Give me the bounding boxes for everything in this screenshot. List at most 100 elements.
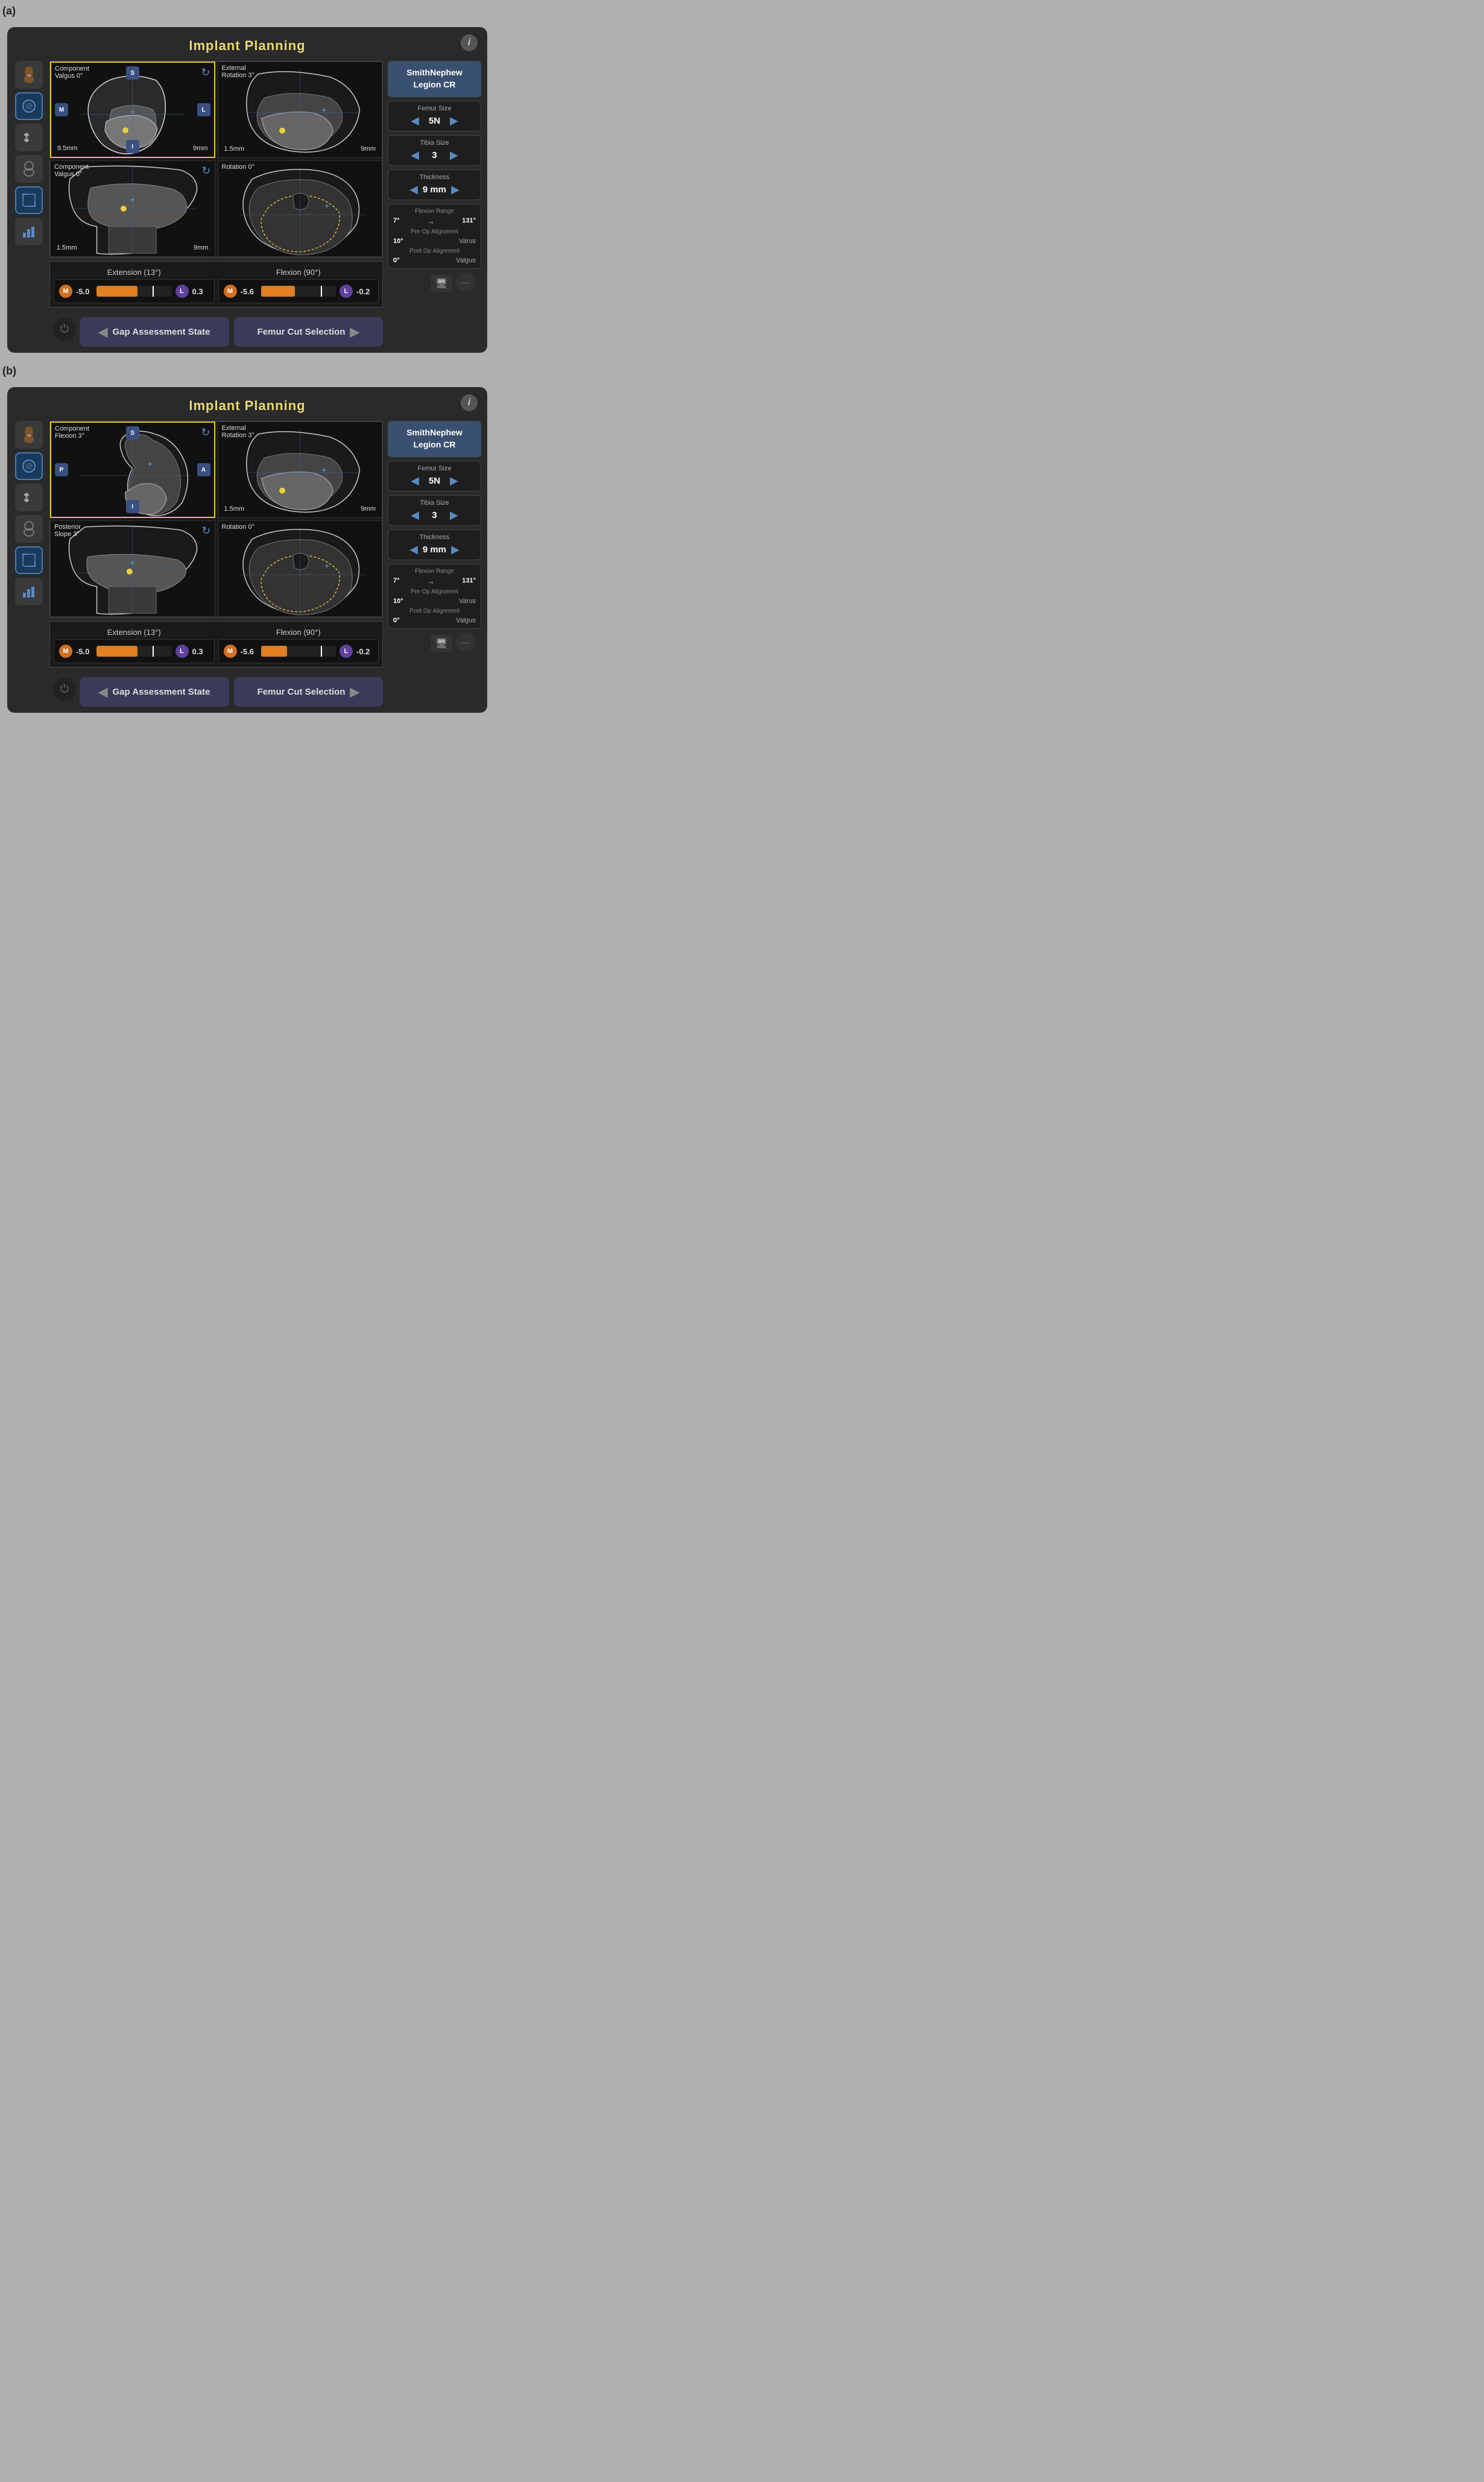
side-controls-a: ··· 🖥 bbox=[388, 273, 481, 297]
nav-btn-s[interactable]: S bbox=[126, 66, 139, 80]
expand-icon-b[interactable] bbox=[15, 546, 43, 574]
rotate-icon-bl[interactable]: ↻ bbox=[201, 165, 210, 177]
nav-btn-p-b[interactable]: P bbox=[55, 463, 68, 476]
nav-btn-m[interactable]: M bbox=[55, 103, 68, 116]
extension-bar-a: M -5.0 L 0.3 bbox=[54, 279, 215, 303]
power-button-a[interactable]: ⏻ bbox=[53, 318, 76, 341]
thickness-value-a: 9 mm bbox=[423, 185, 446, 195]
pre-op-value-a: 10° bbox=[393, 238, 403, 245]
view-bottom-left-b: PosteriorSlope 3° ↻ + bbox=[50, 520, 215, 617]
rotation-icon-b[interactable] bbox=[15, 452, 43, 480]
view-bottom-left-a: ComponentValgus 0° ↻ + 1.5mm 9mm bbox=[50, 160, 215, 257]
chart-icon-b[interactable] bbox=[15, 578, 43, 605]
thickness-left-a[interactable]: ◀ bbox=[409, 183, 418, 196]
post-op-label-b: Post Op Alignment bbox=[393, 608, 476, 614]
flexion-m-value-b: -5.6 bbox=[241, 647, 257, 656]
right-panel-a: SmithNephewLegion CR Femur Size ◀ 5N ▶ T… bbox=[388, 61, 481, 347]
pre-op-type-b: Varus bbox=[459, 598, 476, 605]
rotate-icon-tlb[interactable]: ↻ bbox=[201, 426, 210, 439]
tibia-size-right-a[interactable]: ▶ bbox=[450, 149, 458, 162]
more-button-a[interactable]: ··· bbox=[456, 273, 475, 292]
info-section-b: Flexion Range 7° → 131° Pre Op Alignment… bbox=[388, 564, 481, 629]
extension-bar-track-b bbox=[96, 646, 172, 657]
post-op-value-b: 0° bbox=[393, 617, 400, 624]
femur-cut-btn-a[interactable]: Femur Cut Selection ▶ bbox=[234, 317, 384, 347]
tool-icon-b[interactable] bbox=[15, 484, 43, 511]
tibia-size-label-b: Tibia Size bbox=[393, 499, 476, 507]
pre-op-value-b: 10° bbox=[393, 598, 403, 605]
nav-btn-i-b[interactable]: I bbox=[126, 500, 139, 513]
knee-icon-b[interactable] bbox=[15, 421, 43, 449]
measurement-right-bl: 9mm bbox=[194, 244, 208, 251]
nav-btn-l[interactable]: L bbox=[197, 103, 210, 116]
info-section-a: Flexion Range 7° → 131° Pre Op Alignment… bbox=[388, 204, 481, 269]
joint-icon[interactable] bbox=[15, 155, 43, 183]
monitor-icon-b[interactable]: 🖥 bbox=[431, 635, 452, 652]
flexion-range-label-a: Flexion Range bbox=[393, 208, 476, 215]
femur-size-right-b[interactable]: ▶ bbox=[450, 475, 458, 487]
femur-size-left-a[interactable]: ◀ bbox=[411, 115, 419, 127]
femur-cut-btn-b[interactable]: Femur Cut Selection ▶ bbox=[234, 677, 384, 707]
views-grid-a: ComponentValgus 0° S M L I ↻ bbox=[49, 61, 383, 257]
femur-size-label-b: Femur Size bbox=[393, 465, 476, 472]
thickness-box-a: Thickness ◀ 9 mm ▶ bbox=[388, 169, 481, 200]
monitor-icon-a[interactable]: 🖥 bbox=[431, 275, 452, 292]
post-op-type-b: Valgus bbox=[456, 617, 476, 624]
pre-op-label-b: Pre Op Alignment bbox=[393, 589, 476, 595]
view-top-left-a: ComponentValgus 0° S M L I ↻ bbox=[50, 62, 215, 158]
expand-icon[interactable] bbox=[15, 186, 43, 214]
nav-btn-a-b[interactable]: A bbox=[197, 463, 210, 476]
chart-icon[interactable] bbox=[15, 218, 43, 245]
extension-bar-b: M -5.0 L 0.3 bbox=[54, 639, 215, 663]
info-button-a[interactable]: i bbox=[461, 34, 478, 51]
post-op-type-a: Valgus bbox=[456, 257, 476, 264]
flexion-m-value-a: -5.6 bbox=[241, 287, 257, 296]
app-container: (a) Implant Planning i bbox=[0, 0, 494, 713]
tibia-size-right-b[interactable]: ▶ bbox=[450, 509, 458, 522]
more-button-b[interactable]: ··· bbox=[456, 633, 475, 652]
post-op-value-a: 0° bbox=[393, 257, 400, 264]
view-bottom-right-a: Rotation 0° + bbox=[218, 160, 383, 257]
measurement-right-trb: 9mm bbox=[361, 505, 376, 513]
center-area-b: ComponentFlexion 3° S P A I ↻ bbox=[49, 421, 383, 707]
extension-l-badge-a: L bbox=[175, 285, 189, 298]
thickness-box-b: Thickness ◀ 9 mm ▶ bbox=[388, 529, 481, 560]
flexion-bar-b: M -5.6 L -0.2 bbox=[218, 639, 379, 663]
tool-icon[interactable] bbox=[15, 124, 43, 151]
gap-assessment-label-a: Gap Assessment State bbox=[112, 327, 210, 337]
rotation-icon[interactable] bbox=[15, 92, 43, 120]
femur-size-left-b[interactable]: ◀ bbox=[411, 475, 419, 487]
gap-assessment-btn-b[interactable]: ◀ Gap Assessment State bbox=[80, 677, 229, 707]
svg-text:+: + bbox=[148, 459, 153, 469]
extension-l-value-b: 0.3 bbox=[192, 647, 209, 656]
flexion-l-value-a: -0.2 bbox=[356, 287, 373, 296]
thickness-left-b[interactable]: ◀ bbox=[409, 543, 418, 556]
tibia-size-left-a[interactable]: ◀ bbox=[411, 149, 419, 162]
flexion-from-a: 7° bbox=[393, 217, 400, 226]
extension-m-badge-b: M bbox=[59, 645, 72, 658]
view-top-right-b: ExternalRotation 3° + 1.5mm 9mm bbox=[218, 422, 383, 518]
femur-size-right-a[interactable]: ▶ bbox=[450, 115, 458, 127]
svg-text:+: + bbox=[130, 107, 135, 116]
femur-cut-label-b: Femur Cut Selection bbox=[257, 687, 346, 697]
nav-btn-i[interactable]: I bbox=[126, 140, 139, 153]
thickness-right-b[interactable]: ▶ bbox=[451, 543, 459, 556]
info-button-b[interactable]: i bbox=[461, 394, 478, 411]
rotate-icon-blb[interactable]: ↻ bbox=[201, 525, 210, 537]
tibia-size-box-a: Tibia Size ◀ 3 ▶ bbox=[388, 135, 481, 166]
thickness-right-a[interactable]: ▶ bbox=[451, 183, 459, 196]
measurement-right-tr: 9mm bbox=[361, 145, 376, 153]
tibia-size-value-b: 3 bbox=[424, 510, 445, 520]
tibia-size-left-b[interactable]: ◀ bbox=[411, 509, 419, 522]
power-button-b[interactable]: ⏻ bbox=[53, 678, 76, 701]
nav-btn-s-b[interactable]: S bbox=[126, 426, 139, 440]
measurement-left-tr: 1.5mm bbox=[224, 145, 245, 153]
flexion-l-badge-b: L bbox=[339, 645, 353, 658]
gap-assessment-btn-a[interactable]: ◀ Gap Assessment State bbox=[80, 317, 229, 347]
measurement-left-bl: 1.5mm bbox=[57, 244, 77, 251]
flexion-l-value-b: -0.2 bbox=[356, 647, 373, 656]
joint-icon-b[interactable] bbox=[15, 515, 43, 543]
knee-icon[interactable] bbox=[15, 61, 43, 89]
panel-header-a: Implant Planning bbox=[13, 33, 481, 61]
rotate-icon[interactable]: ↻ bbox=[201, 66, 210, 79]
